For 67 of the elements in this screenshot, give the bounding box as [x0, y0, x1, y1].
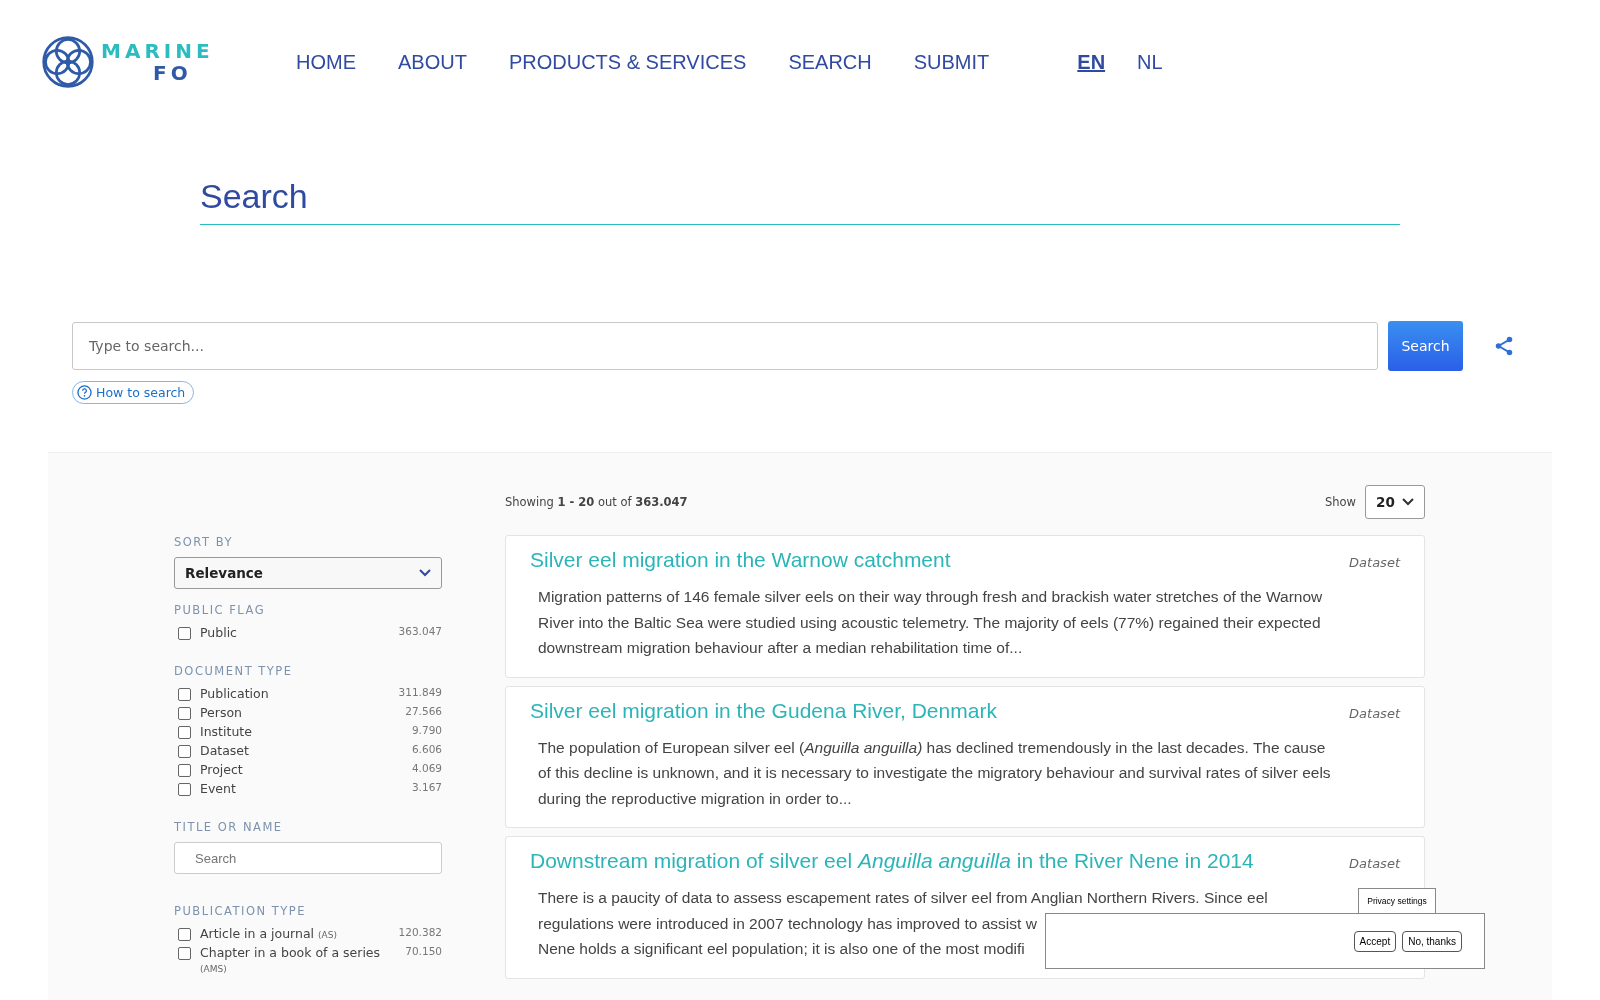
facet-heading: DOCUMENT TYPE — [174, 664, 294, 678]
result-abstract-line: River into the Baltic Sea were studied using acoustic telemetry. The majority of eels (77%) regained their expected — [538, 612, 1321, 633]
logo[interactable]: MARINE FO — [41, 35, 216, 89]
checkbox[interactable] — [178, 764, 191, 777]
facet-label-text: Article in a journal (AS) — [200, 926, 338, 941]
page-size-dropdown[interactable]: 20 — [1365, 485, 1425, 519]
consent-button[interactable]: Accept — [1353, 930, 1397, 952]
result-type: Dataset — [1349, 555, 1400, 570]
facet-count: 70.150 — [405, 945, 442, 957]
result-type: Dataset — [1349, 705, 1400, 721]
checkbox[interactable] — [178, 688, 191, 701]
facet-label-text: Dataset — [200, 743, 250, 758]
help-icon — [77, 385, 92, 400]
facet-label-text: Chapter in a book of a series (AMS) — [200, 945, 382, 975]
checkbox[interactable] — [178, 726, 191, 739]
result-abstract-line: downstream migration behaviour after a median rehabilitation time of... — [538, 638, 1023, 658]
nav-link[interactable]: SEARCH — [788, 50, 872, 74]
sort-dropdown[interactable]: Relevance — [174, 557, 442, 589]
facet-heading: PUBLIC FLAG — [174, 603, 267, 617]
page-title: Search — [200, 177, 309, 216]
facet-label-text: Public — [200, 625, 238, 640]
search-button[interactable]: Search — [1388, 321, 1463, 371]
show-label: Show — [1324, 495, 1356, 509]
facet-count: 27.566 — [405, 705, 442, 717]
result-abstract-line: There is a paucity of data to assess escapement rates of silver eel from Anglian Northern Rivers. Since eel — [538, 888, 1268, 908]
result-abstract-line: The population of European silver eel (Anguilla anguilla) has declined tremendously in the last decades. The cause — [538, 737, 1326, 758]
checkbox[interactable] — [178, 783, 191, 796]
checkbox[interactable] — [178, 745, 191, 758]
search-field[interactable]: Type to search... — [72, 322, 1378, 370]
result-abstract-line: of this decline is unknown, and it is necessary to investigate the migratory behaviour and survival rates of silver eels — [538, 763, 1331, 783]
facet-count: 311.849 — [398, 686, 442, 698]
chevron-icon — [419, 569, 431, 577]
facet-count: 9.790 — [411, 724, 442, 736]
facet-label-text: Person — [200, 705, 243, 720]
consent-button[interactable]: No, thanks — [1402, 930, 1462, 952]
checkbox[interactable] — [178, 707, 191, 720]
facet-label-text: Institute — [200, 724, 253, 739]
facet-label-text: Project — [200, 762, 244, 777]
chevron-icon — [1402, 498, 1414, 506]
facet-label-text: Event — [200, 781, 237, 796]
result-abstract-line: Migration patterns of 146 female silver eels on their way through fresh and brackish water stretches of the Warnow — [538, 587, 1323, 607]
facet-count: 4.069 — [411, 762, 442, 774]
share-icon[interactable] — [1493, 335, 1515, 357]
results-summary: Showing 1 - 20 out of 363.047 — [505, 495, 688, 509]
result-type: Dataset — [1349, 856, 1400, 871]
checkbox[interactable] — [178, 947, 191, 960]
facet-heading: PUBLICATION TYPE — [174, 904, 308, 918]
facet-heading: SORT BY — [174, 535, 234, 549]
result-abstract-line: during the reproductive migration in order to... — [538, 788, 852, 809]
facet-heading: TITLE OR NAME — [174, 820, 284, 834]
facet-label-text: Publication — [200, 686, 270, 701]
checkbox[interactable] — [178, 627, 191, 640]
checkbox[interactable] — [178, 928, 191, 941]
facet-count: 363.047 — [398, 625, 442, 637]
facet-count: 6.606 — [411, 743, 442, 755]
result-abstract-line: regulations were introduced in 2007 technology has improved to assist w — [538, 913, 1037, 934]
privacy-settings-tab[interactable]: Privacy settings — [1358, 888, 1436, 913]
facet-count: 3.167 — [411, 781, 442, 793]
nav-link[interactable]: PRODUCTS & SERVICES — [508, 50, 747, 74]
nav-link[interactable]: ABOUT — [398, 50, 467, 74]
nav-link[interactable]: SUBMIT — [913, 50, 990, 74]
facet-count: 120.382 — [398, 926, 442, 938]
search-field[interactable]: Search — [174, 842, 442, 874]
result-abstract-line: Nene holds a significant eel population; it is also one of the most modifi — [538, 939, 1025, 959]
nav-link[interactable]: HOME — [296, 50, 356, 74]
language-link[interactable]: NL — [1137, 50, 1163, 74]
language-link[interactable]: EN — [1077, 50, 1106, 74]
